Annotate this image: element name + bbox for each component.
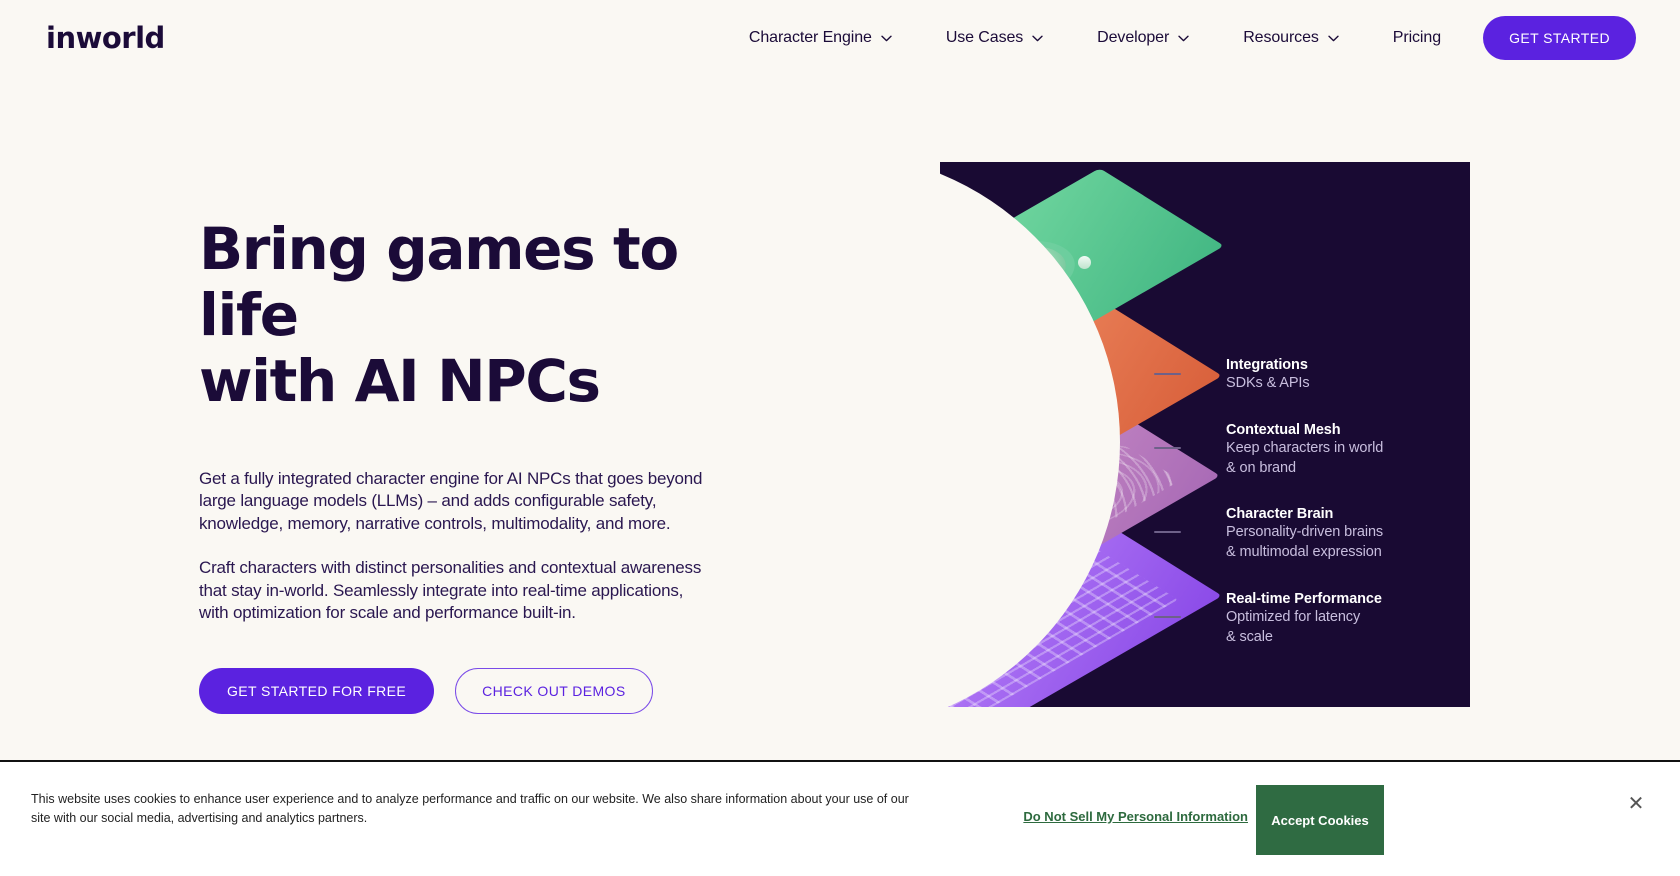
feature-integrations: Integrations SDKs & APIs — [1154, 357, 1310, 393]
nav-label: Character Engine — [748, 29, 872, 46]
nav-item-resources[interactable]: Resources — [1216, 29, 1366, 47]
feature-desc-line-2: & on brand — [1226, 460, 1296, 476]
connector-dash-icon — [1154, 531, 1181, 533]
nav-label: Developer — [1097, 29, 1170, 46]
do-not-sell-link[interactable]: Do Not Sell My Personal Information — [1023, 809, 1248, 824]
feature-desc-line-2: & scale — [1226, 629, 1273, 645]
feature-title: Integrations — [1226, 357, 1308, 373]
headline-line-2: with AI NPCs — [199, 347, 601, 415]
nav-label: Use Cases — [945, 29, 1024, 46]
nav-item-pricing[interactable]: Pricing — [1366, 29, 1468, 47]
connector-dash-icon — [1154, 373, 1181, 375]
hero-cta-row: GET STARTED FOR FREE CHECK OUT DEMOS — [199, 668, 729, 715]
accept-cookies-button[interactable]: Accept Cookies — [1256, 785, 1384, 855]
chevron-down-icon — [1032, 35, 1043, 42]
inworld-logo[interactable]: inworld — [46, 24, 165, 53]
close-icon[interactable]: ✕ — [1623, 790, 1649, 816]
hero-paragraph-2: Craft characters with distinct personali… — [199, 558, 702, 623]
get-started-for-free-button[interactable]: GET STARTED FOR FREE — [199, 668, 435, 715]
connector-dash-icon — [1154, 616, 1181, 618]
feature-desc-line-1: Personality-driven brains — [1226, 524, 1384, 540]
chevron-down-icon — [1178, 35, 1189, 42]
cookie-consent-banner: This website uses cookies to enhance use… — [0, 760, 1680, 876]
feature-desc-line-1: Optimized for latency — [1226, 609, 1361, 625]
feature-desc-line-2: & multimodal expression — [1226, 544, 1382, 560]
nav-label: Pricing — [1392, 29, 1441, 46]
hero-section: Bring games to life with AI NPCs Get a f… — [0, 76, 1680, 746]
connector-dash-icon — [1154, 447, 1181, 449]
hero-copy: Bring games to life with AI NPCs Get a f… — [199, 216, 729, 715]
headline-line-1: Bring games to life — [199, 215, 679, 349]
main-navigation: Character Engine Use Cases Developer Res… — [722, 0, 1468, 76]
nav-item-developer[interactable]: Developer — [1070, 29, 1216, 47]
check-out-demos-button[interactable]: CHECK OUT DEMOS — [455, 668, 653, 715]
hero-paragraph-1: Get a fully integrated character engine … — [199, 469, 703, 533]
feature-real-time-performance: Real-time Performance Optimized for late… — [1154, 591, 1382, 647]
nav-label: Resources — [1243, 29, 1319, 46]
integrations-layer — [940, 168, 1225, 396]
cookie-banner-text: This website uses cookies to enhance use… — [31, 792, 909, 825]
header-get-started-button[interactable]: GET STARTED — [1483, 16, 1636, 60]
nav-item-character-engine[interactable]: Character Engine — [722, 29, 919, 47]
chevron-down-icon — [881, 35, 892, 42]
feature-character-brain: Character Brain Personality-driven brain… — [1154, 506, 1384, 562]
nav-item-use-cases[interactable]: Use Cases — [919, 29, 1070, 47]
feature-title: Character Brain — [1226, 506, 1334, 522]
feature-title: Real-time Performance — [1226, 591, 1382, 607]
feature-desc-line-1: SDKs & APIs — [1226, 375, 1310, 391]
chevron-down-icon — [1328, 35, 1339, 42]
feature-desc-line-1: Keep characters in world — [1226, 440, 1384, 456]
feature-contextual-mesh: Contextual Mesh Keep characters in world… — [1154, 422, 1384, 478]
page-title: Bring games to life with AI NPCs — [199, 216, 729, 414]
hero-illustration-panel — [940, 162, 1470, 707]
site-header: inworld Character Engine Use Cases Devel… — [0, 0, 1680, 76]
feature-title: Contextual Mesh — [1226, 422, 1341, 438]
